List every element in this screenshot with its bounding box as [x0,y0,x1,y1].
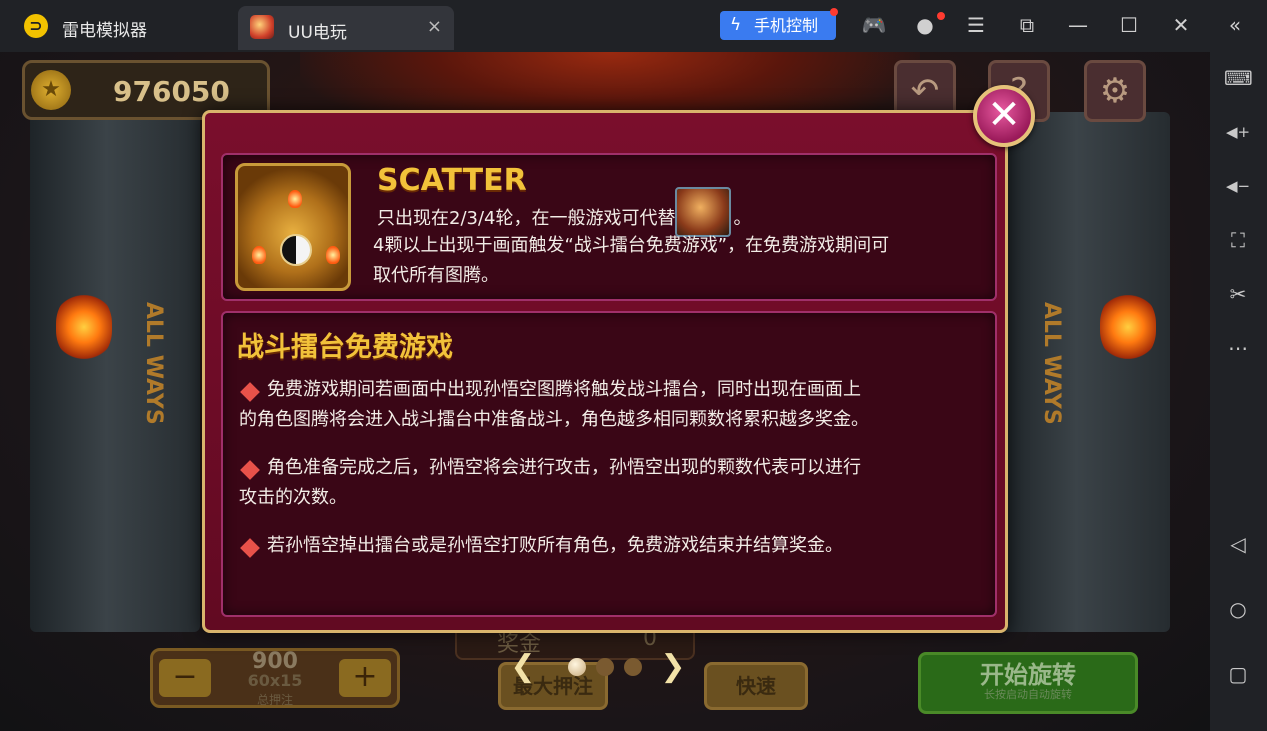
maximize-icon[interactable]: ☐ [1116,12,1142,38]
collapse-sidebar-icon[interactable]: « [1222,12,1248,38]
scatter-line-1-end: 。 [733,208,752,229]
phone-control-label: 手机控制 [754,16,819,35]
phone-control-button[interactable]: ϟ 手机控制 [720,11,836,40]
page-dot-1[interactable] [568,658,586,676]
paytable-modal: ✕ SCATTER 只出现在2/3/4轮，在一般游戏可代替 。 4颗以上出现于画面… [202,85,1035,633]
bullet-diamond-icon [240,460,260,480]
notification-dot [830,8,838,16]
rule-3-line-1: 若孙悟空掉出擂台或是孙悟空打败所有角色，免费游戏结束并结算奖金。 [267,535,843,556]
close-icon[interactable]: ✕ [1168,12,1194,38]
right-pillar: ALL WAYS [1000,112,1170,632]
bet-control: − 900 60x15 总押注 + [150,648,400,708]
pillar-text-right: ALL WAYS [1039,302,1064,425]
scatter-panel: SCATTER 只出现在2/3/4轮，在一般游戏可代替 。 4颗以上出现于画面触发… [221,153,997,301]
modal-close-button[interactable]: ✕ [973,85,1035,147]
scatter-symbol-icon [235,163,351,291]
bullet-diamond-icon [240,538,260,558]
flame-icon [288,190,302,208]
minimize-icon[interactable]: — [1065,12,1091,38]
scatter-line-2: 4颗以上出现于画面触发“战斗擂台免费游戏”，在免费游戏期间可 [373,235,890,256]
volume-up-icon[interactable]: ◀+ [1224,118,1252,146]
volume-down-icon[interactable]: ◀− [1224,172,1252,200]
tab-title: UU电玩 [288,23,347,43]
user-icon[interactable]: ● [912,12,938,38]
coin-value: 976050 [113,75,230,108]
left-lantern [56,292,112,362]
page-indicator: ❮ ❯ [508,650,688,684]
scatter-title: SCATTER [377,163,527,198]
game-app-icon [250,15,274,39]
scissors-icon[interactable]: ✂ [1224,280,1252,308]
rule-2-line-2: 攻击的次数。 [239,487,347,508]
settings-button[interactable]: ⚙ [1084,60,1146,122]
fast-button[interactable]: 快速 [704,662,808,710]
pillar-text-left: ALL WAYS [141,302,166,425]
spin-label: 开始旋转 [980,661,1076,689]
home-icon[interactable]: ○ [1224,595,1252,623]
spin-sub-label: 长按启动自动旋转 [984,688,1072,701]
page-dot-3[interactable] [624,658,642,676]
scatter-line-1-text: 只出现在2/3/4轮，在一般游戏可代替 [377,208,676,229]
back-icon[interactable]: ◁ [1224,530,1252,558]
emulator-sidebar: ⌨ ◀+ ◀− ⛶ ✂ ⋯ ◁ ○ ▢ [1210,52,1267,731]
bullet-diamond-icon [240,382,260,402]
next-page-arrow-icon[interactable]: ❯ [658,650,688,684]
scatter-line-3: 取代所有图腾。 [373,265,499,286]
yin-yang-icon [280,234,312,266]
page-dot-2[interactable] [596,658,614,676]
spin-button[interactable]: 开始旋转 长按启动自动旋转 [918,652,1138,714]
free-game-panel: 战斗擂台免费游戏 免费游戏期间若画面中出现孙悟空图腾将触发战斗擂台，同时出现在画… [221,311,997,617]
tab-uu-game[interactable]: UU电玩 × [238,6,454,50]
recents-icon[interactable]: ▢ [1224,660,1252,688]
wukong-symbol-icon [675,187,732,237]
flame-icon [252,246,266,264]
rule-2-line-1: 角色准备完成之后，孙悟空将会进行攻击，孙悟空出现的颗数代表可以进行 [267,457,861,478]
more-icon[interactable]: ⋯ [1224,334,1252,362]
bet-plus-button[interactable]: + [339,659,391,697]
left-pillar: ALL WAYS [30,112,200,632]
rule-1-line-1: 免费游戏期间若画面中出现孙悟空图腾将触发战斗擂台，同时出现在画面上 [267,379,861,400]
prev-page-arrow-icon[interactable]: ❮ [508,650,538,684]
coin-icon: ★ [31,70,71,110]
tab-close-icon[interactable]: × [427,16,442,37]
game-screen: ALL WAYS ALL WAYS ★ 976050 ↶ ? ⚙ − 900 6… [0,52,1210,731]
free-game-title: 战斗擂台免费游戏 [237,332,453,363]
rule-1-line-2: 的角色图腾将会进入战斗擂台中准备战斗，角色越多相同颗数将累积越多奖金。 [239,409,869,430]
app-logo-icon: ⊃ [24,14,48,38]
lightning-icon: ϟ [730,15,742,35]
gamepad-icon[interactable]: 🎮 [861,12,887,38]
flame-icon [326,246,340,264]
right-lantern [1100,292,1156,362]
popout-icon[interactable]: ⧉ [1014,12,1040,38]
title-bar: ⊃ 雷电模拟器 UU电玩 × ϟ 手机控制 🎮 ● ☰ ⧉ — ☐ ✕ « [0,0,1267,52]
user-notification-dot [937,12,945,20]
screenshot-icon[interactable]: ⛶ [1224,226,1252,254]
keyboard-icon[interactable]: ⌨ [1224,64,1253,92]
menu-icon[interactable]: ☰ [963,12,989,38]
app-name: 雷电模拟器 [62,21,147,41]
